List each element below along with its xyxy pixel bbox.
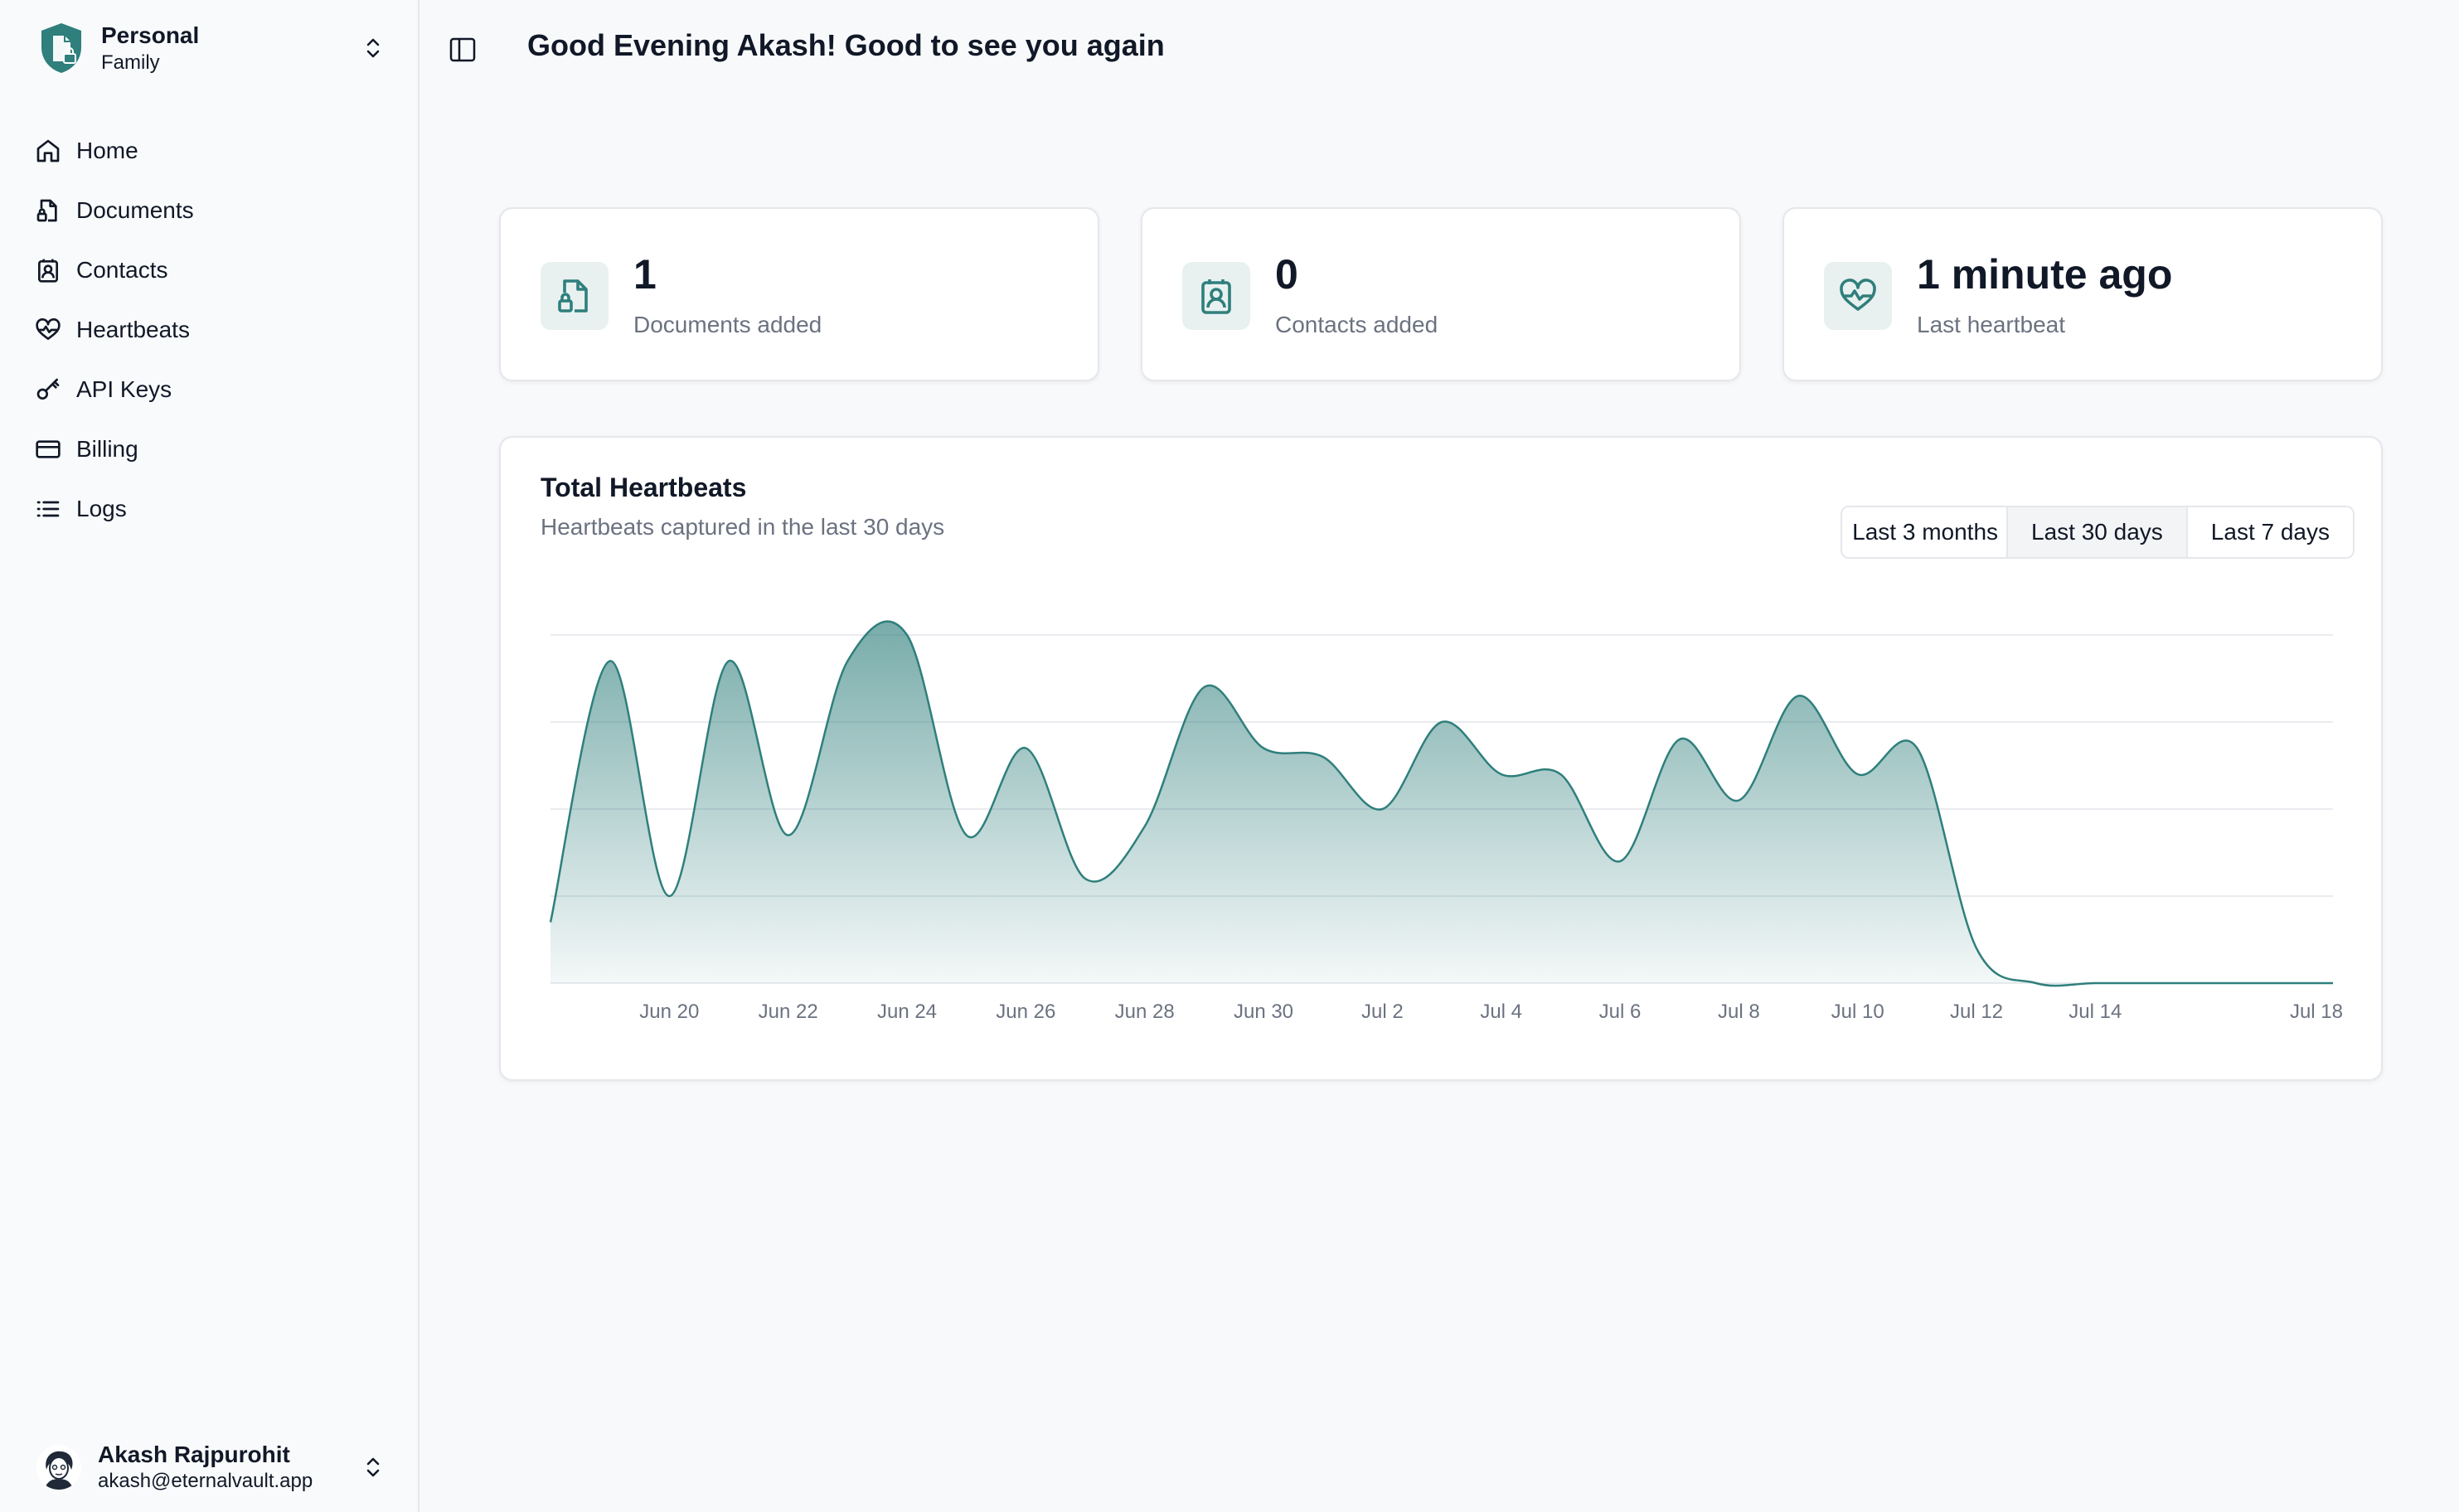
workspace-switcher[interactable]: Personal Family	[36, 17, 385, 80]
sidebar-item-label: Heartbeats	[76, 317, 190, 342]
area-fill	[550, 621, 2333, 986]
sidebar-nav: Home Documents Contacts Heartbeats API K…	[23, 124, 396, 542]
credit-card-icon	[36, 440, 61, 458]
x-tick-label: Jul 14	[2069, 1001, 2122, 1023]
stat-card-contacts: 0 Contacts added	[1141, 207, 1741, 381]
list-icon	[36, 501, 60, 517]
sidebar-item-home[interactable]: Home	[23, 124, 396, 177]
chevrons-up-down-icon	[366, 1457, 380, 1477]
x-tick-label: Jun 24	[877, 1001, 937, 1023]
x-tick-label: Jul 18	[2290, 1001, 2343, 1023]
x-tick-label: Jul 10	[1831, 1001, 1884, 1023]
avatar	[36, 1445, 81, 1490]
stat-value: 1 minute ago	[1917, 251, 2173, 298]
heartbeats-area-chart: Jun 20 Jun 22 Jun 24 Jun 26 Jun 28 Jun 30 Jul …	[549, 620, 2343, 1023]
x-tick-label: Jun 22	[759, 1001, 818, 1023]
sidebar: Personal Family Home Documents Contacts …	[0, 0, 420, 1512]
x-tick-label: Jun 28	[1115, 1001, 1175, 1023]
sidebar-item-contacts[interactable]: Contacts	[23, 244, 396, 297]
stat-value: 0	[1275, 251, 1298, 298]
user-email: akash@eternalvault.app	[98, 1470, 313, 1492]
stat-card-heartbeat: 1 minute ago Last heartbeat	[1782, 207, 2383, 381]
stat-label: Last heartbeat	[1917, 312, 2066, 337]
stat-value: 1	[633, 251, 657, 298]
x-tick-label: Jul 12	[1950, 1001, 2003, 1023]
sidebar-item-label: Home	[76, 138, 138, 163]
shield-document-logo-icon	[41, 23, 81, 73]
x-tick-label: Jun 20	[639, 1001, 699, 1023]
heartbeats-chart-card: Total Heartbeats Heartbeats captured in …	[499, 436, 2383, 1081]
chevrons-up-down-icon	[366, 38, 380, 58]
heart-pulse-icon	[36, 318, 61, 340]
user-name: Akash Rajpurohit	[98, 1442, 290, 1467]
sidebar-item-label: Documents	[76, 197, 194, 223]
sidebar-item-label: Billing	[76, 436, 138, 462]
stat-card-documents: 1 Documents added	[499, 207, 1099, 381]
x-tick-label: Jun 30	[1234, 1001, 1293, 1023]
document-lock-icon	[558, 279, 588, 313]
workspace-subtitle: Family	[101, 51, 160, 74]
stat-label: Contacts added	[1275, 312, 1438, 337]
sidebar-item-api-keys[interactable]: API Keys	[23, 363, 396, 416]
sidebar-item-billing[interactable]: Billing	[23, 423, 396, 476]
page-greeting: Good Evening Akash! Good to see you agai…	[527, 28, 1165, 62]
x-tick-label: Jul 2	[1361, 1001, 1404, 1023]
key-icon	[36, 378, 60, 400]
sidebar-item-label: Contacts	[76, 257, 168, 283]
heart-pulse-icon	[1840, 279, 1876, 311]
contact-icon	[1201, 279, 1231, 314]
sidebar-item-logs[interactable]: Logs	[23, 482, 396, 536]
stat-icon-wrap	[1824, 262, 1892, 330]
x-tick-label: Jul 8	[1718, 1001, 1760, 1023]
sidebar-item-documents[interactable]: Documents	[23, 184, 396, 237]
sidebar-item-label: Logs	[76, 496, 127, 521]
x-tick-label: Jul 4	[1480, 1001, 1522, 1023]
sidebar-item-heartbeats[interactable]: Heartbeats	[23, 303, 396, 356]
sidebar-toggle-icon[interactable]	[448, 35, 478, 65]
stat-icon-wrap	[1182, 262, 1250, 330]
contact-icon	[38, 259, 58, 283]
user-menu[interactable]: Akash Rajpurohit akash@eternalvault.app	[36, 1436, 385, 1499]
x-tick-label: Jul 6	[1599, 1001, 1642, 1023]
stat-label: Documents added	[633, 312, 822, 337]
workspace-name: Personal	[101, 22, 200, 48]
sidebar-item-label: API Keys	[76, 376, 172, 402]
x-tick-label: Jun 26	[996, 1001, 1055, 1023]
home-icon	[36, 139, 60, 162]
document-lock-icon	[36, 199, 57, 222]
stat-icon-wrap	[541, 262, 609, 330]
